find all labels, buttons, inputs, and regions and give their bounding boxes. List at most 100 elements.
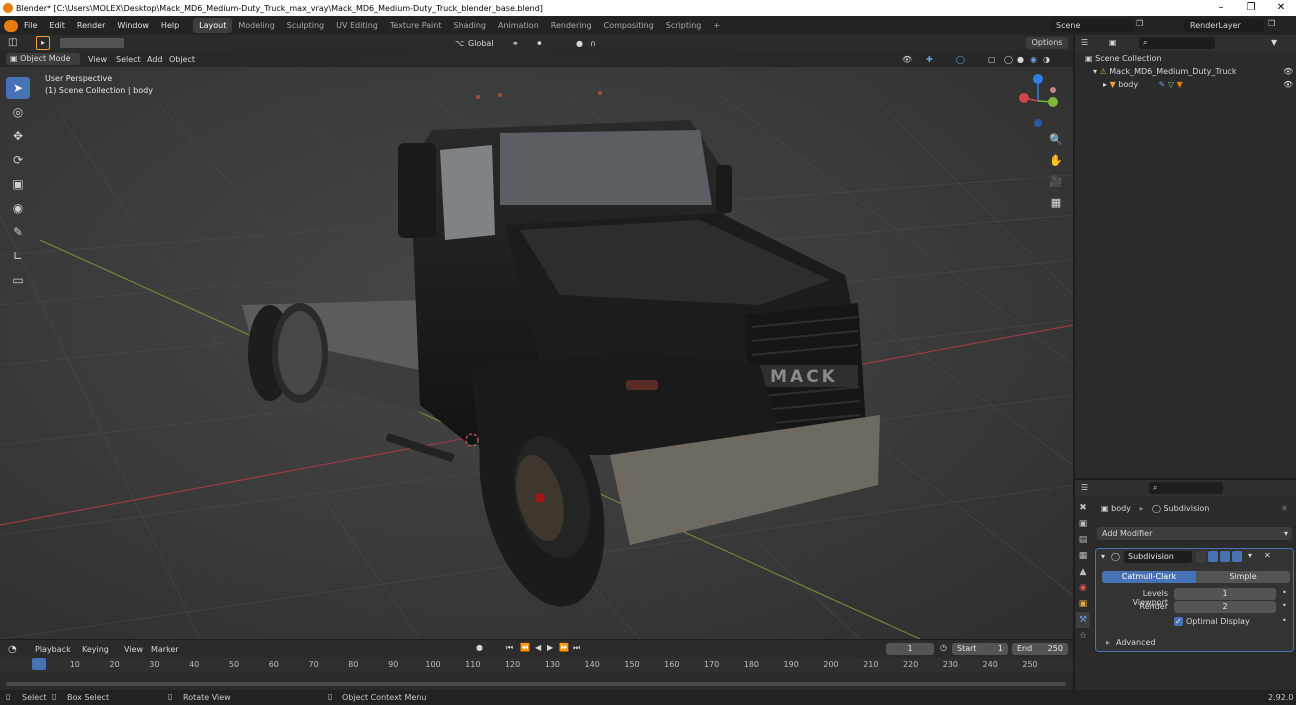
object-mode-dropdown[interactable]: ▣ Object Mode: [6, 53, 80, 65]
render-tab-icon[interactable]: ▣: [1076, 516, 1090, 532]
catmull-clark-button[interactable]: Catmull-Clark: [1102, 571, 1196, 583]
transform-orientation-dropdown[interactable]: Global: [468, 39, 494, 48]
timeline-editor-type-icon[interactable]: ◔: [8, 644, 17, 655]
record-icon[interactable]: ●: [476, 643, 483, 652]
outliner-display-mode-icon[interactable]: ▣: [1109, 38, 1117, 47]
workspace-tab-modeling[interactable]: Modeling: [232, 18, 280, 33]
options-dropdown[interactable]: Options: [1026, 37, 1068, 49]
viewport-menu-select[interactable]: Select: [116, 55, 141, 64]
pivot-point-icon[interactable]: ⚭: [512, 39, 519, 48]
shading-rendered-icon[interactable]: ◑: [1043, 55, 1050, 64]
viewport-scene[interactable]: MACK: [0, 35, 1073, 639]
panel-collapse-icon[interactable]: ▾: [1101, 552, 1105, 561]
workspace-tab-rendering[interactable]: Rendering: [545, 18, 598, 33]
timeline-menu-keying[interactable]: Keying: [82, 645, 109, 654]
levels-viewport-field[interactable]: 1: [1174, 588, 1276, 600]
render-levels-keyframe-icon[interactable]: •: [1282, 601, 1287, 610]
modifier-name-field[interactable]: Subdivision: [1124, 551, 1192, 563]
gizmo-toggle-icon[interactable]: ✚: [926, 55, 933, 64]
falloff-icon[interactable]: ∩: [590, 39, 596, 48]
shading-material-icon[interactable]: ◉: [1030, 55, 1037, 64]
collection-visibility-icon[interactable]: 👁: [1283, 67, 1293, 76]
advanced-subpanel-label[interactable]: Advanced: [1116, 638, 1156, 647]
render-layer-selector[interactable]: RenderLayer: [1184, 19, 1264, 32]
editor-type-icon[interactable]: ◫: [8, 37, 17, 48]
workspace-tab-sculpting[interactable]: Sculpting: [281, 18, 330, 33]
visibility-icon[interactable]: 👁: [902, 55, 912, 64]
workspace-tab-uv-editing[interactable]: UV Editing: [330, 18, 384, 33]
menu-render[interactable]: Render: [71, 21, 111, 30]
add-modifier-dropdown[interactable]: Add Modifier ▾: [1097, 527, 1292, 540]
object-tab-icon[interactable]: ▣: [1076, 596, 1090, 612]
outliner-row-body[interactable]: ▸ ▼ body ✎ ▽ ▼ 👁: [1103, 80, 1293, 92]
optimal-display-checkbox[interactable]: ✓: [1174, 617, 1183, 626]
render-toggle-icon[interactable]: [1220, 551, 1230, 562]
playhead-indicator[interactable]: [32, 658, 46, 670]
camera-view-icon[interactable]: 🎥: [1047, 173, 1065, 191]
pin-icon[interactable]: ✳: [1281, 504, 1288, 513]
transform-tool-icon[interactable]: ◉: [6, 197, 30, 219]
scale-tool-icon[interactable]: ▣: [6, 173, 30, 195]
next-keyframe-icon[interactable]: ⏩: [559, 643, 569, 652]
shading-solid-icon[interactable]: ●: [1017, 55, 1024, 64]
pan-hand-icon[interactable]: ✋: [1047, 152, 1065, 170]
optimal-display-keyframe-icon[interactable]: •: [1282, 616, 1287, 625]
measure-tool-icon[interactable]: ∟: [6, 245, 30, 267]
prev-keyframe-icon[interactable]: ⏪: [520, 643, 530, 652]
outliner-filter-icon[interactable]: ▼: [1271, 38, 1277, 47]
select-tool-icon[interactable]: ▸: [36, 36, 50, 50]
advanced-expand-icon[interactable]: ▸: [1106, 638, 1110, 647]
timeline-menu-marker[interactable]: Marker: [151, 645, 179, 654]
cursor-tool-icon[interactable]: ◎: [6, 101, 30, 123]
timeline-menu-view[interactable]: View: [124, 645, 143, 654]
overlay-toggle-icon[interactable]: ◯: [956, 55, 965, 64]
perspective-grid-icon[interactable]: ▦: [1047, 194, 1065, 212]
add-workspace-icon[interactable]: +: [707, 18, 726, 33]
workspace-tab-layout[interactable]: Layout: [193, 18, 233, 33]
menu-help[interactable]: Help: [155, 21, 185, 30]
timeline-editor[interactable]: ◔ Playback Keying View Marker ● ⏮ ⏪ ◀ ▶ …: [0, 640, 1073, 690]
scene-selector[interactable]: Scene: [1050, 19, 1134, 32]
render-levels-field[interactable]: 2: [1174, 601, 1276, 613]
current-frame-field[interactable]: 1: [886, 643, 934, 655]
3d-viewport[interactable]: MACK ◫ ▸ ⌥ Global ⚭ ⚫ ● ∩ Options ▣ Obje…: [0, 35, 1073, 639]
blender-menu-icon[interactable]: [4, 19, 18, 32]
levels-viewport-keyframe-icon[interactable]: •: [1282, 588, 1287, 597]
outliner-search-input[interactable]: ⌕: [1139, 37, 1215, 49]
world-tab-icon[interactable]: ◉: [1076, 580, 1090, 596]
properties-editor-type-icon[interactable]: ☰: [1081, 483, 1088, 492]
outliner-editor-type-icon[interactable]: ☰: [1081, 38, 1088, 47]
simple-button[interactable]: Simple: [1196, 571, 1290, 583]
viewport-menu-add[interactable]: Add: [147, 55, 163, 64]
outliner-panel[interactable]: ☰ ▣ ⌕ ▼ ▣ Scene Collection ▾ ⚠ Mack_MD6_…: [1075, 35, 1296, 478]
properties-search-input[interactable]: ⌕: [1149, 482, 1223, 494]
play-icon[interactable]: ▶: [547, 643, 553, 652]
render-layer-new-icon[interactable]: ❐: [1268, 19, 1280, 32]
viewport-menu-view[interactable]: View: [88, 55, 107, 64]
menu-window[interactable]: Window: [111, 21, 155, 30]
particles-tab-icon[interactable]: ☆: [1076, 628, 1090, 644]
timeline-ruler[interactable]: 1102030405060708090100110120130140150160…: [0, 658, 1073, 672]
output-tab-icon[interactable]: ▤: [1076, 532, 1090, 548]
outliner-row-collection[interactable]: ▾ ⚠ Mack_MD6_Medium_Duty_Truck 👁: [1093, 67, 1293, 79]
annotate-tool-icon[interactable]: ✎: [6, 221, 30, 243]
timeline-menu-playback[interactable]: Playback: [35, 645, 71, 654]
view-layer-tab-icon[interactable]: ▦: [1076, 548, 1090, 564]
body-visibility-icon[interactable]: 👁: [1283, 80, 1293, 89]
start-frame-field[interactable]: Start 1: [952, 643, 1008, 655]
transform-orientation-icon[interactable]: ⌥: [455, 39, 464, 48]
workspace-tab-animation[interactable]: Animation: [492, 18, 545, 33]
properties-panel[interactable]: ☰ ⌕ ✖ ▣ ▤ ▦ ▲ ◉ ▣ ⚒ ☆ ▣ body ▸ ◯ Subdivi…: [1075, 480, 1296, 690]
camera-toggle-icon[interactable]: [1232, 551, 1242, 562]
viewport-menu-object[interactable]: Object: [169, 55, 195, 64]
scene-new-icon[interactable]: ❐: [1136, 19, 1148, 32]
modifier-tab-icon[interactable]: ⚒: [1076, 612, 1090, 628]
outliner-row-scene-collection[interactable]: ▣ Scene Collection: [1085, 54, 1295, 66]
edit-mode-toggle-icon[interactable]: [1196, 551, 1206, 562]
scene-tab-icon[interactable]: ▲: [1076, 564, 1090, 580]
modifier-remove-icon[interactable]: ✕: [1264, 551, 1271, 560]
snap-icon[interactable]: ⚫: [536, 39, 543, 48]
play-reverse-icon[interactable]: ◀: [535, 643, 541, 652]
add-cube-tool-icon[interactable]: ▭: [6, 269, 30, 291]
workspace-tab-scripting[interactable]: Scripting: [660, 18, 708, 33]
